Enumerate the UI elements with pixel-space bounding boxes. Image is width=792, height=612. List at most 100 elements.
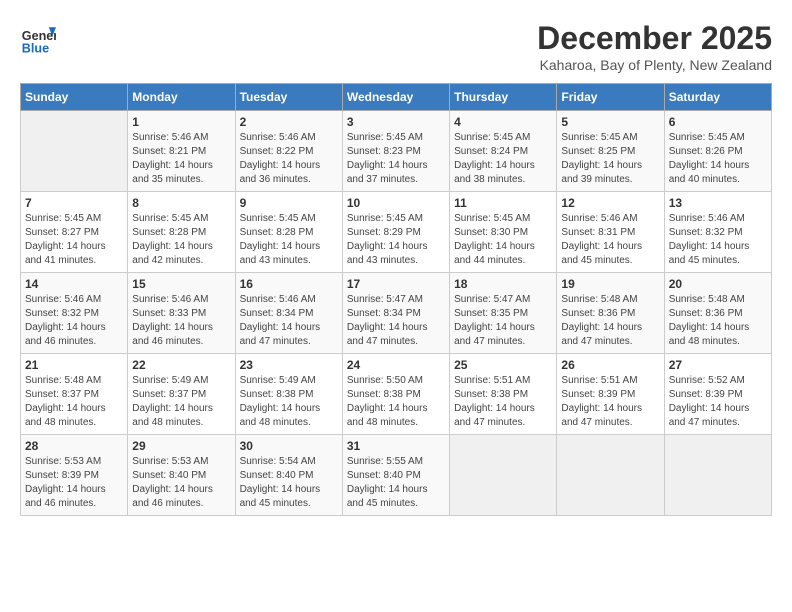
calendar-cell: 11 Sunrise: 5:45 AM Sunset: 8:30 PM Dayli… <box>450 192 557 273</box>
day-info: Sunrise: 5:47 AM Sunset: 8:35 PM Dayligh… <box>454 293 552 349</box>
day-info: Sunrise: 5:46 AM Sunset: 8:21 PM Dayligh… <box>132 131 230 187</box>
calendar-cell: 2 Sunrise: 5:46 AM Sunset: 8:22 PM Daylig… <box>235 111 342 192</box>
calendar-cell: 12Sunrise: 5:46 AM Sunset: 8:31 PM Dayli… <box>557 192 664 273</box>
calendar-cell: 21Sunrise: 5:48 AM Sunset: 8:37 PM Dayli… <box>21 354 128 435</box>
calendar-cell: 22Sunrise: 5:49 AM Sunset: 8:37 PM Dayli… <box>128 354 235 435</box>
day-number: 12 <box>561 196 659 210</box>
month-title: December 2025 <box>537 20 772 57</box>
day-number: 31 <box>347 439 445 453</box>
day-info: Sunrise: 5:52 AM Sunset: 8:39 PM Dayligh… <box>669 374 767 430</box>
day-info: Sunrise: 5:55 AM Sunset: 8:40 PM Dayligh… <box>347 455 445 511</box>
calendar-cell: 16 Sunrise: 5:46 AM Sunset: 8:34 PM Dayli… <box>235 273 342 354</box>
calendar-cell <box>450 435 557 516</box>
day-number: 10 <box>347 196 445 210</box>
calendar-header-row: SundayMondayTuesdayWednesdayThursdayFrid… <box>21 84 772 111</box>
calendar-cell: 5 Sunrise: 5:45 AM Sunset: 8:25 PM Daylig… <box>557 111 664 192</box>
calendar-cell: 17 Sunrise: 5:47 AM Sunset: 8:34 PM Dayli… <box>342 273 449 354</box>
column-header-thursday: Thursday <box>450 84 557 111</box>
day-number: 28 <box>25 439 123 453</box>
day-number: 20 <box>669 277 767 291</box>
day-info: Sunrise: 5:48 AM Sunset: 8:36 PM Dayligh… <box>561 293 659 349</box>
day-number: 14 <box>25 277 123 291</box>
calendar-cell: 18 Sunrise: 5:47 AM Sunset: 8:35 PM Dayli… <box>450 273 557 354</box>
day-number: 3 <box>347 115 445 129</box>
day-info: Sunrise: 5:46 AM Sunset: 8:34 PM Dayligh… <box>240 293 338 349</box>
day-info: Sunrise: 5:45 AM Sunset: 8:26 PM Dayligh… <box>669 131 767 187</box>
calendar-week-row: 21Sunrise: 5:48 AM Sunset: 8:37 PM Dayli… <box>21 354 772 435</box>
day-number: 17 <box>347 277 445 291</box>
column-header-wednesday: Wednesday <box>342 84 449 111</box>
day-info: Sunrise: 5:46 AM Sunset: 8:22 PM Dayligh… <box>240 131 338 187</box>
day-number: 23 <box>240 358 338 372</box>
calendar-cell: 30 Sunrise: 5:54 AM Sunset: 8:40 PM Dayli… <box>235 435 342 516</box>
calendar-cell <box>664 435 771 516</box>
calendar-cell: 1 Sunrise: 5:46 AM Sunset: 8:21 PM Daylig… <box>128 111 235 192</box>
day-number: 16 <box>240 277 338 291</box>
day-number: 1 <box>132 115 230 129</box>
day-info: Sunrise: 5:45 AM Sunset: 8:23 PM Dayligh… <box>347 131 445 187</box>
calendar-cell: 3 Sunrise: 5:45 AM Sunset: 8:23 PM Daylig… <box>342 111 449 192</box>
calendar-cell <box>557 435 664 516</box>
calendar-week-row: 14Sunrise: 5:46 AM Sunset: 8:32 PM Dayli… <box>21 273 772 354</box>
day-info: Sunrise: 5:46 AM Sunset: 8:33 PM Dayligh… <box>132 293 230 349</box>
logo: General Blue <box>20 20 56 56</box>
day-number: 18 <box>454 277 552 291</box>
location-subtitle: Kaharoa, Bay of Plenty, New Zealand <box>537 57 772 73</box>
column-header-sunday: Sunday <box>21 84 128 111</box>
column-header-friday: Friday <box>557 84 664 111</box>
calendar-cell: 4Sunrise: 5:45 AM Sunset: 8:24 PM Daylig… <box>450 111 557 192</box>
day-number: 21 <box>25 358 123 372</box>
day-number: 26 <box>561 358 659 372</box>
day-info: Sunrise: 5:50 AM Sunset: 8:38 PM Dayligh… <box>347 374 445 430</box>
calendar-week-row: 28 Sunrise: 5:53 AM Sunset: 8:39 PM Dayli… <box>21 435 772 516</box>
page-header: General Blue December 2025 Kaharoa, Bay … <box>20 20 772 73</box>
calendar-cell: 23Sunrise: 5:49 AM Sunset: 8:38 PM Dayli… <box>235 354 342 435</box>
calendar-cell: 27 Sunrise: 5:52 AM Sunset: 8:39 PM Dayli… <box>664 354 771 435</box>
day-info: Sunrise: 5:46 AM Sunset: 8:32 PM Dayligh… <box>669 212 767 268</box>
day-info: Sunrise: 5:49 AM Sunset: 8:37 PM Dayligh… <box>132 374 230 430</box>
day-number: 2 <box>240 115 338 129</box>
logo-icon: General Blue <box>20 20 56 56</box>
calendar-cell: 7Sunrise: 5:45 AM Sunset: 8:27 PM Daylig… <box>21 192 128 273</box>
calendar-cell: 9Sunrise: 5:45 AM Sunset: 8:28 PM Daylig… <box>235 192 342 273</box>
day-number: 29 <box>132 439 230 453</box>
calendar-cell: 15 Sunrise: 5:46 AM Sunset: 8:33 PM Dayli… <box>128 273 235 354</box>
svg-text:Blue: Blue <box>22 41 49 55</box>
calendar-cell: 31 Sunrise: 5:55 AM Sunset: 8:40 PM Dayli… <box>342 435 449 516</box>
calendar-table: SundayMondayTuesdayWednesdayThursdayFrid… <box>20 83 772 516</box>
day-number: 6 <box>669 115 767 129</box>
day-info: Sunrise: 5:45 AM Sunset: 8:25 PM Dayligh… <box>561 131 659 187</box>
day-info: Sunrise: 5:51 AM Sunset: 8:38 PM Dayligh… <box>454 374 552 430</box>
day-number: 15 <box>132 277 230 291</box>
day-number: 13 <box>669 196 767 210</box>
column-header-tuesday: Tuesday <box>235 84 342 111</box>
day-number: 25 <box>454 358 552 372</box>
calendar-cell: 25 Sunrise: 5:51 AM Sunset: 8:38 PM Dayli… <box>450 354 557 435</box>
calendar-week-row: 7Sunrise: 5:45 AM Sunset: 8:27 PM Daylig… <box>21 192 772 273</box>
calendar-cell: 14Sunrise: 5:46 AM Sunset: 8:32 PM Dayli… <box>21 273 128 354</box>
day-info: Sunrise: 5:54 AM Sunset: 8:40 PM Dayligh… <box>240 455 338 511</box>
day-number: 8 <box>132 196 230 210</box>
column-header-monday: Monday <box>128 84 235 111</box>
day-info: Sunrise: 5:53 AM Sunset: 8:39 PM Dayligh… <box>25 455 123 511</box>
calendar-cell: 13 Sunrise: 5:46 AM Sunset: 8:32 PM Dayli… <box>664 192 771 273</box>
title-block: December 2025 Kaharoa, Bay of Plenty, Ne… <box>537 20 772 73</box>
day-info: Sunrise: 5:51 AM Sunset: 8:39 PM Dayligh… <box>561 374 659 430</box>
calendar-cell: 28 Sunrise: 5:53 AM Sunset: 8:39 PM Dayli… <box>21 435 128 516</box>
day-info: Sunrise: 5:45 AM Sunset: 8:30 PM Dayligh… <box>454 212 552 268</box>
day-number: 7 <box>25 196 123 210</box>
calendar-cell: 10Sunrise: 5:45 AM Sunset: 8:29 PM Dayli… <box>342 192 449 273</box>
day-number: 11 <box>454 196 552 210</box>
day-number: 19 <box>561 277 659 291</box>
day-number: 30 <box>240 439 338 453</box>
calendar-cell: 26 Sunrise: 5:51 AM Sunset: 8:39 PM Dayli… <box>557 354 664 435</box>
day-number: 9 <box>240 196 338 210</box>
calendar-cell: 20 Sunrise: 5:48 AM Sunset: 8:36 PM Dayli… <box>664 273 771 354</box>
day-info: Sunrise: 5:47 AM Sunset: 8:34 PM Dayligh… <box>347 293 445 349</box>
day-info: Sunrise: 5:48 AM Sunset: 8:36 PM Dayligh… <box>669 293 767 349</box>
day-number: 27 <box>669 358 767 372</box>
day-number: 4 <box>454 115 552 129</box>
calendar-cell: 24Sunrise: 5:50 AM Sunset: 8:38 PM Dayli… <box>342 354 449 435</box>
day-number: 5 <box>561 115 659 129</box>
calendar-week-row: 1 Sunrise: 5:46 AM Sunset: 8:21 PM Daylig… <box>21 111 772 192</box>
